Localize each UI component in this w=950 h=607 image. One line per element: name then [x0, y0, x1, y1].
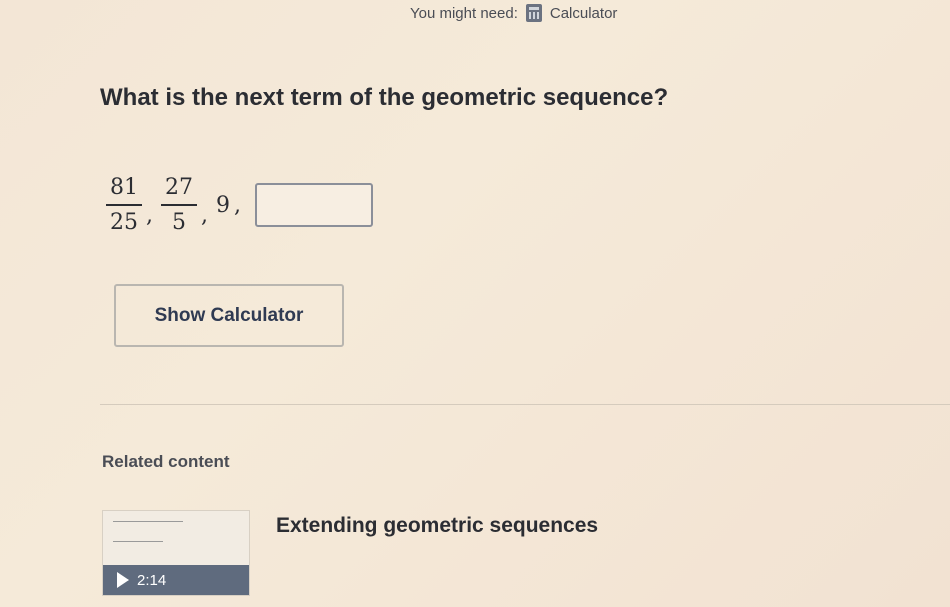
related-content-heading: Related content — [102, 452, 230, 471]
answer-input[interactable] — [255, 183, 373, 227]
comma-separator: , — [201, 202, 208, 228]
sequence-expression: 81 25 , 27 5 , 9 , — [104, 160, 373, 250]
video-duration: 2:14 — [137, 571, 167, 589]
term-3-value: 9 — [216, 192, 230, 218]
play-icon[interactable] — [117, 572, 129, 588]
calculator-link[interactable]: Calculator — [550, 5, 618, 22]
video-duration-bar: 2:14 — [103, 565, 249, 595]
show-calculator-button[interactable]: Show Calculator — [114, 284, 344, 347]
thumbnail-sketch-line — [113, 541, 163, 542]
video-thumbnail[interactable]: 2:14 — [102, 510, 250, 596]
section-divider — [100, 404, 950, 405]
related-video-title[interactable]: Extending geometric sequences — [276, 514, 598, 538]
you-might-need-bar: You might need: Calculator — [410, 2, 617, 24]
term-1-fraction: 81 25 — [106, 175, 142, 235]
term-1-numerator: 81 — [110, 175, 138, 200]
term-2-fraction: 27 5 — [161, 175, 197, 235]
comma-separator: , — [234, 192, 241, 218]
term-1-denominator: 25 — [110, 210, 138, 235]
question-prompt: What is the next term of the geometric s… — [100, 84, 669, 111]
comma-separator: , — [146, 202, 153, 228]
term-2-denominator: 5 — [172, 210, 186, 235]
term-2-numerator: 27 — [165, 175, 193, 200]
calculator-icon[interactable] — [525, 4, 542, 22]
thumbnail-sketch-line — [113, 521, 183, 522]
you-might-need-label: You might need: — [410, 4, 518, 22]
